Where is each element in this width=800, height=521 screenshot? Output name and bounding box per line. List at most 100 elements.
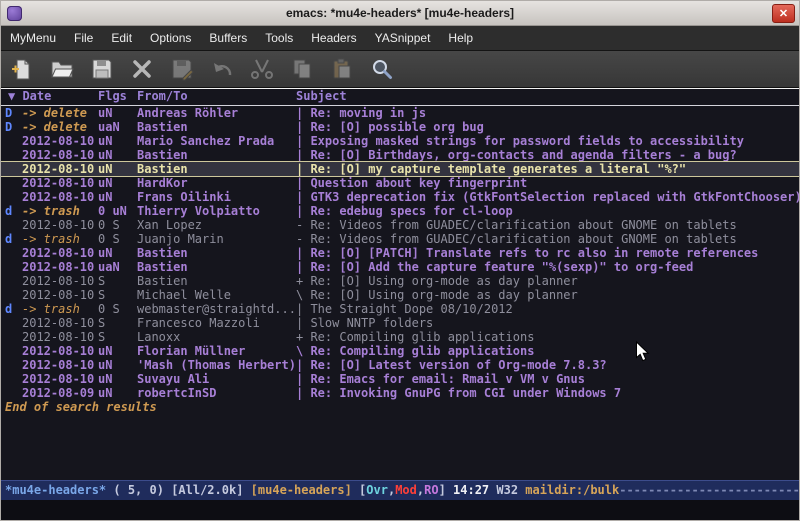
row-flags: S (98, 274, 105, 288)
message-row[interactable]: 2012-08-10uNBastien| Re: [O] my capture … (1, 162, 799, 176)
row-date: 2012-08-10 (22, 190, 94, 204)
message-row[interactable]: 2012-08-10SMichael Welle\ Re: [O] Using … (1, 288, 799, 302)
menu-item-yasnippet[interactable]: YASnippet (366, 27, 440, 50)
modeline-segment: [mu4e-headers] (251, 483, 352, 497)
column-header-date[interactable]: ▼ Date (8, 89, 51, 104)
menu-item-edit[interactable]: Edit (102, 27, 141, 50)
undo-button[interactable] (209, 56, 235, 82)
row-flags: uN (98, 246, 112, 260)
paste-button[interactable] (329, 56, 355, 82)
search-icon (370, 57, 394, 81)
copy-icon (290, 57, 314, 81)
row-subject: + Re: Compiling glib applications (296, 330, 534, 344)
modeline-segment: maildir:/bulk (525, 483, 619, 497)
message-row[interactable]: D-> deleteuNAndreas Röhler| Re: moving i… (1, 106, 799, 120)
message-row[interactable]: d-> trash0 SJuanjo Marin- Re: Videos fro… (1, 232, 799, 246)
message-row[interactable]: 2012-08-10uNHardKor| Question about key … (1, 176, 799, 190)
column-header-from[interactable]: From/To (137, 89, 188, 104)
end-of-results-text: End of search results (1, 400, 799, 414)
new-file-icon (10, 57, 34, 81)
message-row[interactable]: 2012-08-10SFrancesco Mazzoli| Slow NNTP … (1, 316, 799, 330)
menu-item-file[interactable]: File (65, 27, 102, 50)
save-as-button[interactable] (169, 56, 195, 82)
message-row[interactable]: 2012-08-100 SXan Lopez- Re: Videos from … (1, 218, 799, 232)
mouse-cursor (635, 341, 650, 363)
message-row[interactable]: 2012-08-10SBastien+ Re: [O] Using org-mo… (1, 274, 799, 288)
modeline-segment: [ (352, 483, 366, 497)
row-subject: | Slow NNTP folders (296, 316, 433, 330)
row-date: 2012-08-10 (22, 330, 94, 344)
message-row[interactable]: D-> deleteuaNBastien| Re: [O] possible o… (1, 120, 799, 134)
modeline-segment: W32 (496, 483, 525, 497)
cut-button[interactable] (249, 56, 275, 82)
row-from: Suvayu Ali (137, 372, 209, 386)
close-icon: ✕ (779, 7, 788, 20)
row-subject: | Question about key fingerprint (296, 176, 527, 190)
row-flags: uN (98, 162, 112, 176)
window-close-button[interactable]: ✕ (772, 4, 795, 23)
echo-area[interactable] (1, 500, 799, 520)
row-date: 2012-08-10 (22, 316, 94, 330)
row-subject: | Exposing masked strings for password f… (296, 134, 744, 148)
row-from: Thierry Volpiatto (137, 204, 260, 218)
menu-item-help[interactable]: Help (439, 27, 482, 50)
row-from: webmaster@straightd... (137, 302, 296, 316)
modeline-segment: 14:27 (453, 483, 496, 497)
message-row[interactable]: 2012-08-10SLanoxx+ Re: Compiling glib ap… (1, 330, 799, 344)
row-from: Bastien (137, 148, 188, 162)
modeline-segment: ] (439, 483, 453, 497)
mu4e-headers-buffer: ▼ Date Flgs From/To Subject D -> delete uN… (1, 88, 799, 480)
row-date: 2012-08-10 (22, 162, 94, 176)
menu-item-options[interactable]: Options (141, 27, 200, 50)
message-row[interactable]: 2012-08-10uNFlorian Müllner\ Re: Compili… (1, 344, 799, 358)
menu-item-tools[interactable]: Tools (256, 27, 302, 50)
modeline-segment: ( 5, 0) (106, 483, 171, 497)
message-row[interactable]: 2012-08-10uaNBastien| Re: [O] Add the ca… (1, 260, 799, 274)
row-flags: uN (98, 134, 112, 148)
message-row[interactable]: 2012-08-10uNSuvayu Ali| Re: Emacs for em… (1, 372, 799, 386)
title-bar: emacs: *mu4e-headers* [mu4e-headers] ✕ (1, 1, 799, 26)
row-subject: | Re: [O] my capture template generates … (296, 162, 686, 176)
row-flags: 0 S (98, 302, 120, 316)
row-date: 2012-08-10 (22, 358, 94, 372)
row-flags: uN (98, 148, 112, 162)
save-button[interactable] (89, 56, 115, 82)
menu-item-buffers[interactable]: Buffers (200, 27, 256, 50)
message-row[interactable]: 2012-08-10uNBastien| Re: [O] [PATCH] Tra… (1, 246, 799, 260)
message-row[interactable]: 2012-08-10uNBastien| Re: [O] Birthdays, … (1, 148, 799, 162)
column-header-flags[interactable]: Flgs (98, 89, 127, 104)
copy-button[interactable] (289, 56, 315, 82)
message-row[interactable]: 2012-08-10uNFrans Oilinki| GTK3 deprecat… (1, 190, 799, 204)
row-from: Juanjo Marin (137, 232, 224, 246)
row-mark: d (5, 204, 12, 218)
row-flags: uaN (98, 260, 120, 274)
row-date: 2012-08-10 (22, 274, 94, 288)
column-header-subject[interactable]: Subject (296, 89, 347, 104)
row-mark: d (5, 232, 12, 246)
row-subject: | Re: Emacs for email: Rmail v VM v Gnus (296, 372, 585, 386)
search-button[interactable] (369, 56, 395, 82)
menu-item-mymenu[interactable]: MyMenu (1, 27, 65, 50)
close-buffer-button[interactable] (129, 56, 155, 82)
row-subject: | Re: [O] possible org bug (296, 120, 484, 134)
row-flags: uaN (98, 120, 120, 134)
row-date: -> delete (22, 120, 87, 134)
row-subject: | Re: [O] Latest version of Org-mode 7.8… (296, 358, 607, 372)
row-from: Frans Oilinki (137, 190, 231, 204)
message-row[interactable]: d-> trash0 uNThierry Volpiatto| Re: edeb… (1, 204, 799, 218)
mode-line: *mu4e-headers* ( 5, 0) [All/2.0k] [mu4e-… (1, 480, 799, 500)
message-row[interactable]: d-> trash0 Swebmaster@straightd...| The … (1, 302, 799, 316)
row-date: 2012-08-10 (22, 260, 94, 274)
modeline-segment: RO (424, 483, 438, 497)
row-flags: uN (98, 176, 112, 190)
new-file-button[interactable] (9, 56, 35, 82)
modeline-segment: ------------------------------ (619, 483, 799, 497)
message-row[interactable]: 2012-08-10uN'Mash (Thomas Herbert)| Re: … (1, 358, 799, 372)
message-row[interactable]: 2012-08-10uNMario Sanchez Prada| Exposin… (1, 134, 799, 148)
message-row[interactable]: 2012-08-09uNrobertcInSD| Re: Invoking Gn… (1, 386, 799, 400)
open-button[interactable] (49, 56, 75, 82)
menu-item-headers[interactable]: Headers (302, 27, 365, 50)
row-subject: | Re: edebug specs for cl-loop (296, 204, 513, 218)
row-mark: D (5, 106, 12, 120)
row-date: -> delete (22, 106, 87, 120)
